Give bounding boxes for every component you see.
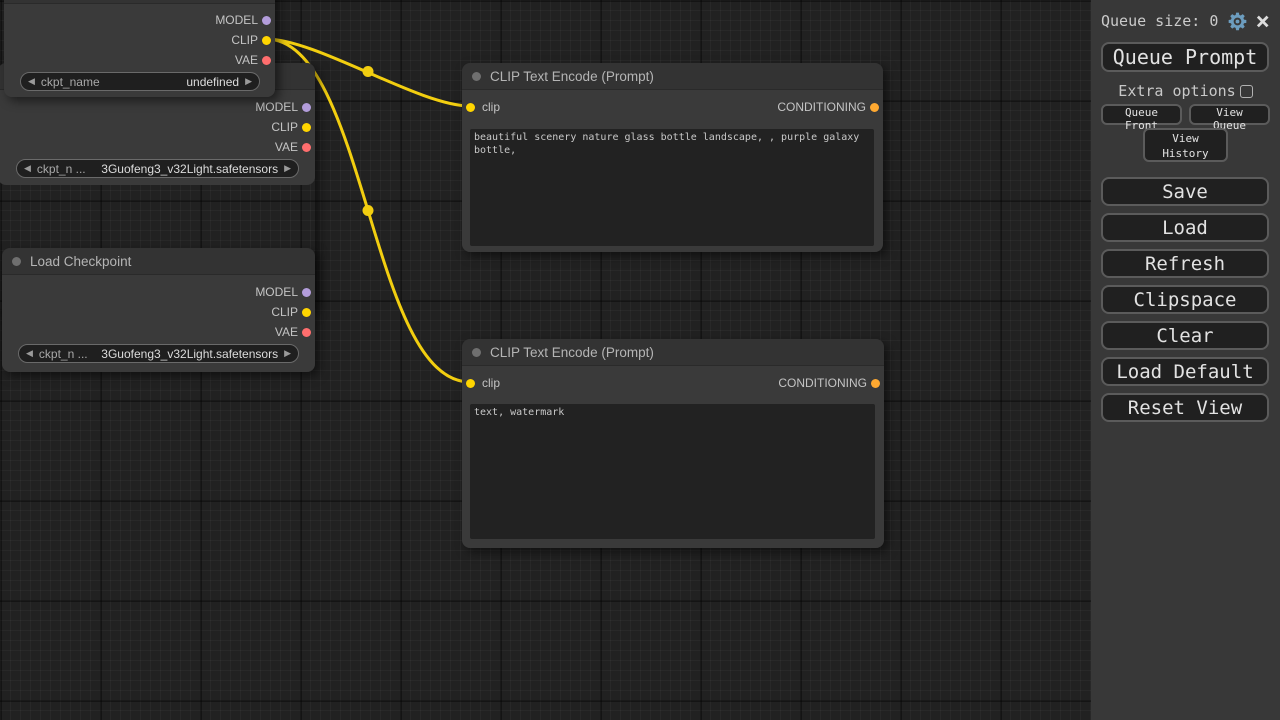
slot-row: MODEL: [4, 10, 275, 30]
clear-button[interactable]: Clear: [1101, 321, 1269, 350]
queue-prompt-button[interactable]: Queue Prompt: [1101, 42, 1269, 72]
widget-next-arrow-icon[interactable]: ▶: [284, 164, 291, 173]
comfy-menu-panel: Queue size: 0 × Queue Prompt Extra optio…: [1091, 0, 1280, 720]
vae-output-slot[interactable]: [262, 56, 271, 65]
node-body: MODEL CLIP VAE ◀ ckpt_name undefined ▶: [4, 3, 275, 97]
refresh-button[interactable]: Refresh: [1101, 249, 1269, 278]
slot-row: CLIP: [4, 30, 275, 50]
clip-output-slot[interactable]: [262, 36, 271, 45]
app-window: MODEL CLIP VAE ◀ ckpt_n ... 3Guofeng3_v3…: [0, 0, 1280, 720]
prompt-textarea[interactable]: text, watermark: [470, 404, 875, 539]
node-title: CLIP Text Encode (Prompt): [490, 69, 654, 84]
clip-output-label: CLIP: [231, 33, 258, 47]
view-history-button[interactable]: View History: [1143, 128, 1228, 162]
ckpt-name-widget[interactable]: ◀ ckpt_n ... 3Guofeng3_v32Light.safetens…: [18, 344, 299, 363]
slot-row: CLIP: [0, 117, 315, 137]
vae-output-slot[interactable]: [302, 328, 311, 337]
slot-row: VAE: [4, 50, 275, 70]
save-button[interactable]: Save: [1101, 177, 1269, 206]
model-output-label: MODEL: [255, 285, 298, 299]
model-output-label: MODEL: [255, 100, 298, 114]
settings-gear-icon[interactable]: [1227, 11, 1248, 32]
load-button[interactable]: Load: [1101, 213, 1269, 242]
vae-output-slot[interactable]: [302, 143, 311, 152]
clip-output-label: CLIP: [271, 305, 298, 319]
node-title: Load Checkpoint: [30, 254, 131, 269]
prompt-textarea[interactable]: beautiful scenery nature glass bottle la…: [470, 129, 874, 246]
slot-row: clip CONDITIONING: [462, 373, 884, 393]
node-body: clip CONDITIONING beautiful scenery natu…: [462, 89, 883, 252]
vae-output-label: VAE: [235, 53, 258, 67]
view-queue-button[interactable]: View Queue: [1189, 104, 1270, 125]
node-clip-text-encode-positive[interactable]: CLIP Text Encode (Prompt) clip CONDITION…: [462, 63, 883, 252]
menu-header: Queue size: 0 ×: [1101, 9, 1270, 33]
collapse-toggle-icon[interactable]: [472, 348, 481, 357]
clip-output-slot[interactable]: [302, 308, 311, 317]
link-midpoint-dot: [363, 66, 374, 77]
collapse-toggle-icon[interactable]: [472, 72, 481, 81]
clip-input-slot[interactable]: [466, 379, 475, 388]
node-checkpoint-loader-partial-top[interactable]: MODEL CLIP VAE ◀ ckpt_name undefined ▶: [4, 0, 275, 97]
conditioning-output-slot[interactable]: [871, 379, 880, 388]
node-title-bar[interactable]: Load Checkpoint: [2, 248, 315, 274]
model-output-slot[interactable]: [302, 288, 311, 297]
node-title: CLIP Text Encode (Prompt): [490, 345, 654, 360]
vae-output-label: VAE: [275, 325, 298, 339]
node-title-bar[interactable]: CLIP Text Encode (Prompt): [462, 339, 884, 365]
close-menu-icon[interactable]: ×: [1256, 11, 1270, 31]
slot-row: MODEL: [2, 282, 315, 302]
queue-front-button[interactable]: Queue Front: [1101, 104, 1182, 125]
slot-row: VAE: [0, 137, 315, 157]
slot-row: clip CONDITIONING: [462, 97, 883, 117]
extra-options-checkbox[interactable]: [1240, 85, 1253, 98]
model-output-slot[interactable]: [262, 16, 271, 25]
node-body: MODEL CLIP VAE ◀ ckpt_n ... 3Guofeng3_v3…: [2, 274, 315, 372]
widget-label: ckpt_n ...: [39, 347, 88, 361]
queue-actions-row: Queue Front View Queue: [1101, 104, 1270, 125]
widget-next-arrow-icon[interactable]: ▶: [284, 349, 291, 358]
widget-next-arrow-icon[interactable]: ▶: [245, 77, 252, 86]
ckpt-name-widget[interactable]: ◀ ckpt_n ... 3Guofeng3_v32Light.safetens…: [16, 159, 299, 178]
widget-value: 3Guofeng3_v32Light.safetensors: [101, 347, 278, 361]
vae-output-label: VAE: [275, 140, 298, 154]
collapse-toggle-icon[interactable]: [12, 257, 21, 266]
slot-row: MODEL: [0, 97, 315, 117]
clip-input-slot[interactable]: [466, 103, 475, 112]
node-body: MODEL CLIP VAE ◀ ckpt_n ... 3Guofeng3_v3…: [0, 89, 315, 185]
conditioning-output-label: CONDITIONING: [778, 376, 867, 390]
conditioning-output-label: CONDITIONING: [777, 100, 866, 114]
queue-size-label: Queue size: 0: [1101, 12, 1227, 30]
widget-label: ckpt_name: [41, 75, 100, 89]
link-midpoint-dot: [363, 205, 374, 216]
slot-row: CLIP: [2, 302, 315, 322]
clip-output-label: CLIP: [271, 120, 298, 134]
node-clip-text-encode-negative[interactable]: CLIP Text Encode (Prompt) clip CONDITION…: [462, 339, 884, 548]
widget-prev-arrow-icon[interactable]: ◀: [28, 77, 35, 86]
clipspace-button[interactable]: Clipspace: [1101, 285, 1269, 314]
node-graph-canvas[interactable]: MODEL CLIP VAE ◀ ckpt_n ... 3Guofeng3_v3…: [0, 0, 1091, 720]
model-output-label: MODEL: [215, 13, 258, 27]
node-body: clip CONDITIONING text, watermark: [462, 365, 884, 548]
reset-view-button[interactable]: Reset View: [1101, 393, 1269, 422]
widget-value: undefined: [186, 75, 239, 89]
widget-prev-arrow-icon[interactable]: ◀: [24, 164, 31, 173]
ckpt-name-widget[interactable]: ◀ ckpt_name undefined ▶: [20, 72, 260, 91]
slot-row: VAE: [2, 322, 315, 342]
model-output-slot[interactable]: [302, 103, 311, 112]
load-default-button[interactable]: Load Default: [1101, 357, 1269, 386]
node-load-checkpoint[interactable]: Load Checkpoint MODEL CLIP VAE ◀ ckpt_n: [2, 248, 315, 372]
widget-label: ckpt_n ...: [37, 162, 86, 176]
extra-options-label: Extra options: [1118, 82, 1235, 100]
extra-options-row: Extra options: [1101, 83, 1270, 99]
view-history-row: View History: [1101, 128, 1270, 162]
node-title-bar[interactable]: CLIP Text Encode (Prompt): [462, 63, 883, 89]
conditioning-output-slot[interactable]: [870, 103, 879, 112]
clip-input-label: clip: [482, 376, 500, 390]
widget-value: 3Guofeng3_v32Light.safetensors: [101, 162, 278, 176]
clip-output-slot[interactable]: [302, 123, 311, 132]
widget-prev-arrow-icon[interactable]: ◀: [26, 349, 33, 358]
clip-input-label: clip: [482, 100, 500, 114]
